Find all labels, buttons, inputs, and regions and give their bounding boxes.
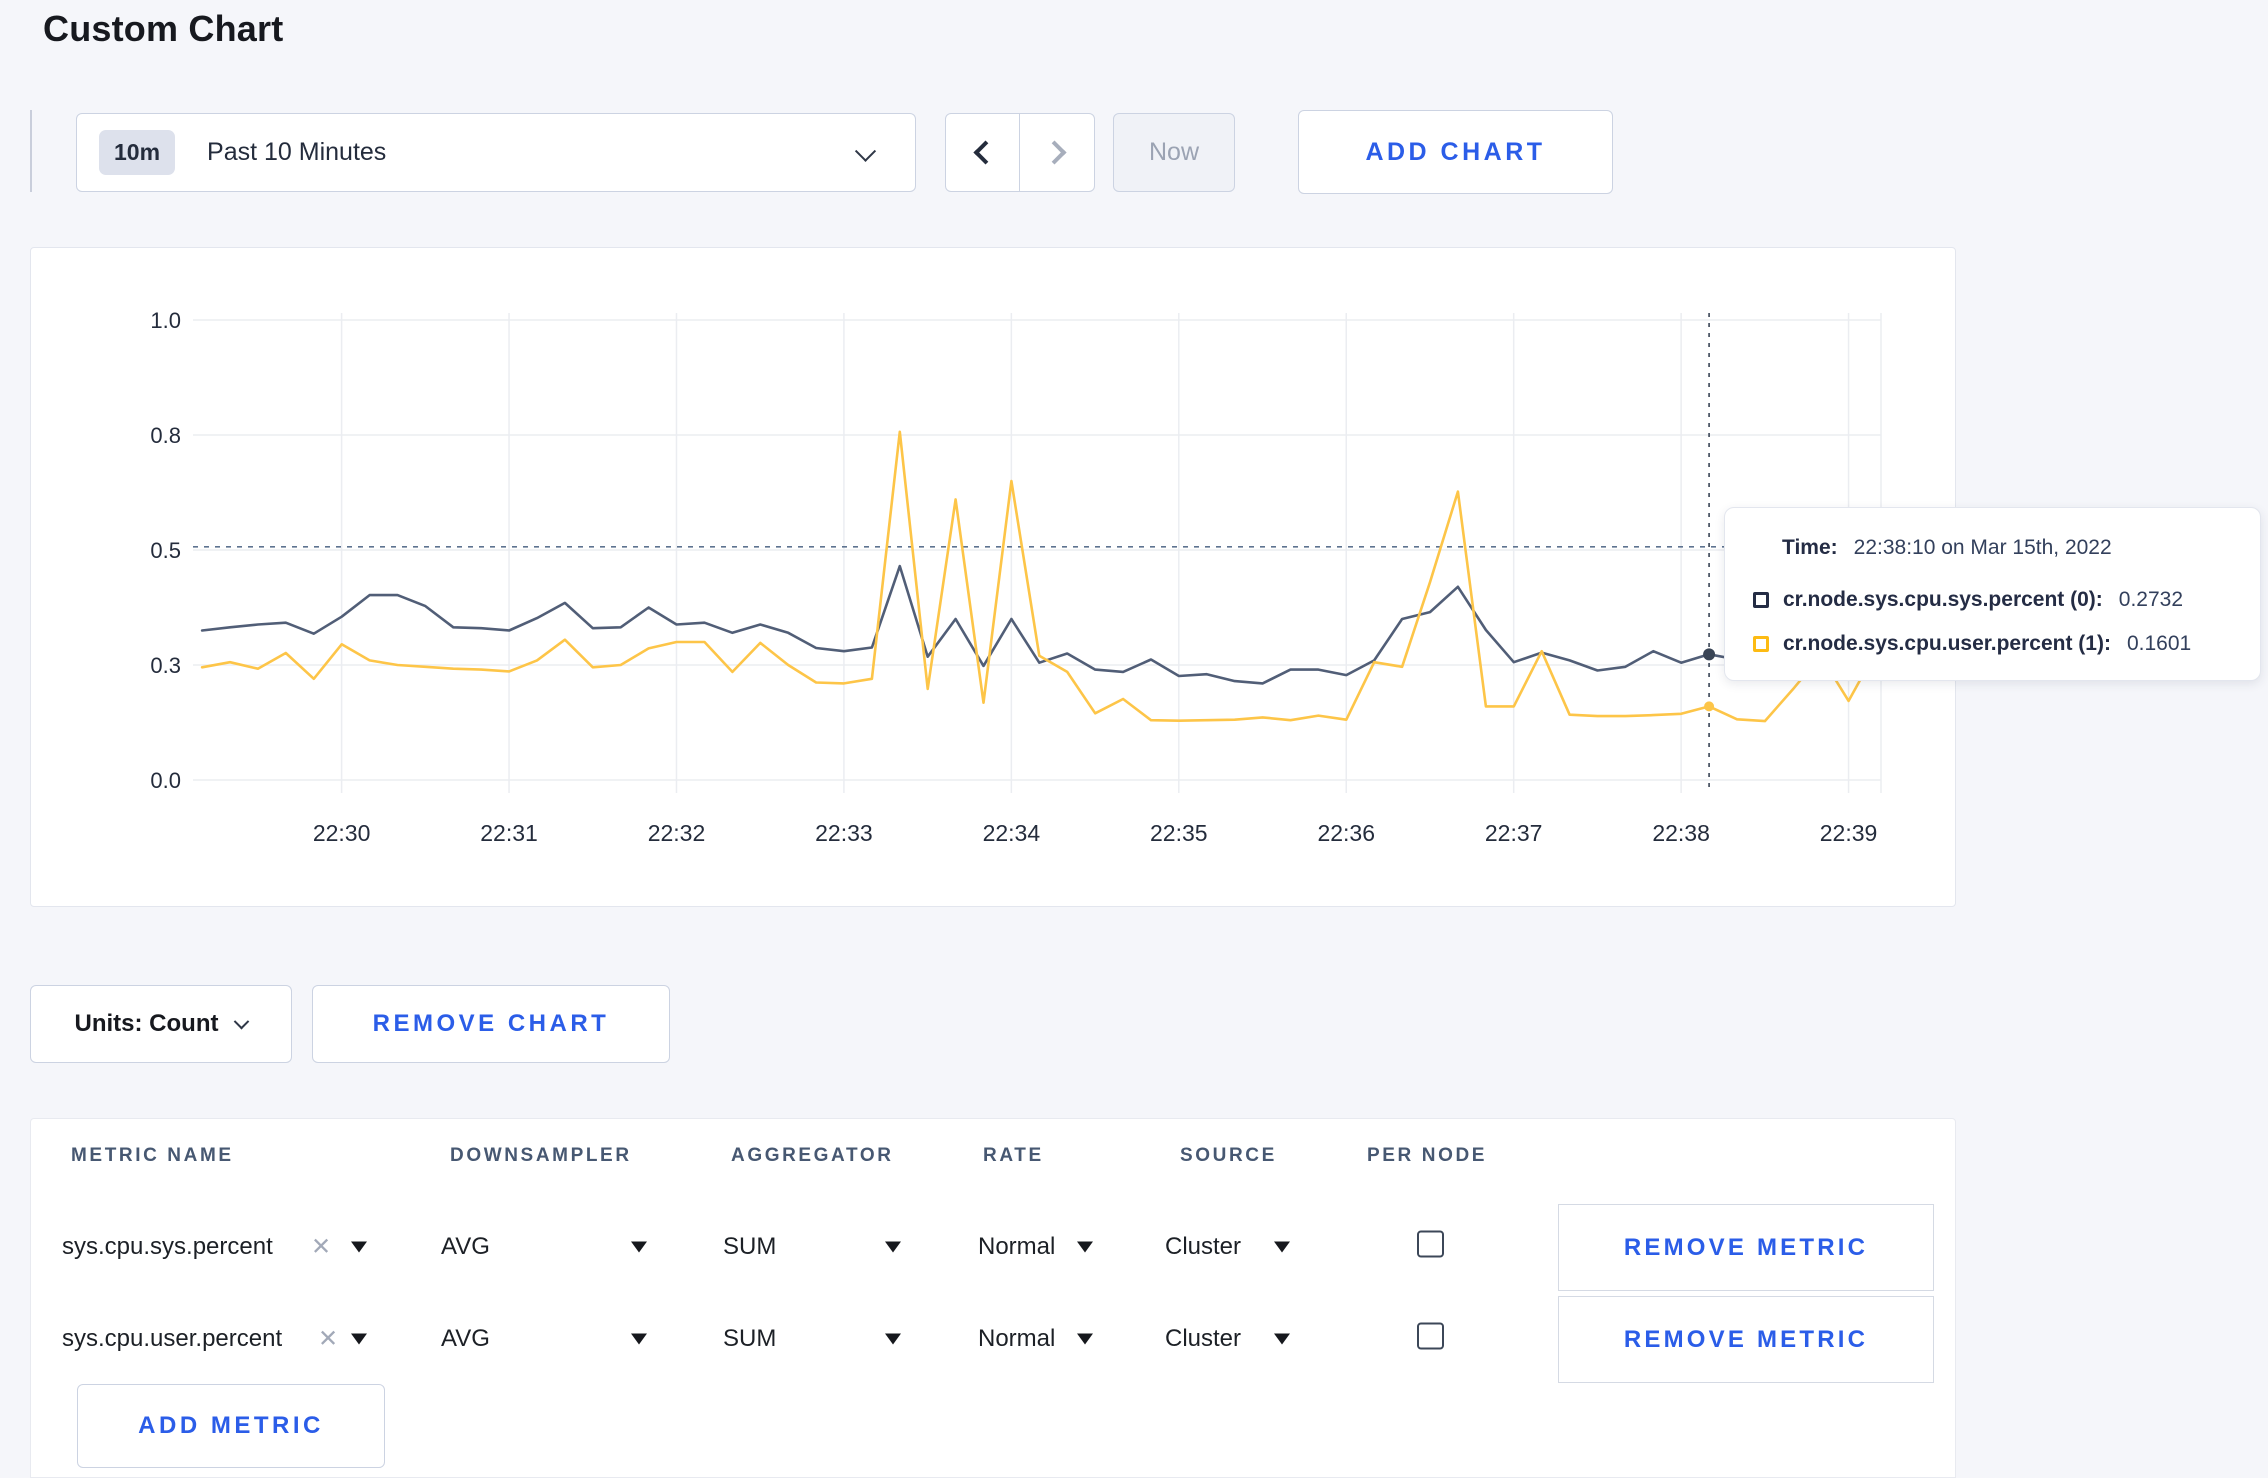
tooltip-user-value: 0.1601 bbox=[2126, 632, 2192, 655]
aggregator-select[interactable]: SUM bbox=[723, 1233, 776, 1261]
tooltip-sys-value: 0.2732 bbox=[2118, 588, 2184, 611]
time-range-dropdown[interactable]: 10m Past 10 Minutes bbox=[76, 113, 916, 192]
tooltip-user-label: cr.node.sys.cpu.user.percent (1): bbox=[1783, 632, 2111, 655]
svg-text:22:31: 22:31 bbox=[480, 820, 538, 846]
svg-text:22:33: 22:33 bbox=[815, 820, 873, 846]
time-range-badge: 10m bbox=[99, 130, 176, 175]
clear-metric-icon[interactable]: ✕ bbox=[311, 1233, 331, 1262]
time-range-label: Past 10 Minutes bbox=[207, 138, 387, 166]
downsampler-caret-icon[interactable] bbox=[631, 1241, 647, 1253]
time-range-nav bbox=[945, 113, 1095, 192]
chevron-down-icon bbox=[234, 1013, 250, 1029]
chevron-down-icon bbox=[854, 140, 877, 162]
user-series-swatch-icon bbox=[1753, 636, 1769, 652]
svg-text:1.0: 1.0 bbox=[150, 308, 181, 333]
svg-text:22:36: 22:36 bbox=[1317, 820, 1375, 846]
col-header-per-node: PER NODE bbox=[1367, 1145, 1488, 1166]
col-header-downsampler: DOWNSAMPLER bbox=[450, 1145, 632, 1166]
rate-caret-icon[interactable] bbox=[1077, 1333, 1093, 1345]
col-header-source: SOURCE bbox=[1180, 1145, 1277, 1166]
per-node-checkbox[interactable] bbox=[1417, 1322, 1444, 1350]
clear-metric-icon[interactable]: ✕ bbox=[318, 1325, 338, 1354]
remove-metric-button[interactable]: REMOVE METRIC bbox=[1558, 1204, 1934, 1291]
svg-text:0.0: 0.0 bbox=[150, 768, 181, 793]
svg-text:22:30: 22:30 bbox=[313, 820, 371, 846]
toolbar-divider bbox=[30, 110, 32, 192]
per-node-checkbox[interactable] bbox=[1417, 1230, 1444, 1258]
chevron-right-icon bbox=[1041, 140, 1067, 165]
remove-chart-button[interactable]: REMOVE CHART bbox=[312, 985, 670, 1063]
tooltip-series-row: cr.node.sys.cpu.sys.percent (0): 0.2732 bbox=[1753, 588, 2183, 612]
svg-text:22:37: 22:37 bbox=[1485, 820, 1543, 846]
page-title: Custom Chart bbox=[43, 8, 284, 49]
downsampler-caret-icon[interactable] bbox=[631, 1333, 647, 1345]
col-header-rate: RATE bbox=[983, 1145, 1044, 1166]
svg-text:22:38: 22:38 bbox=[1652, 820, 1710, 846]
svg-text:22:35: 22:35 bbox=[1150, 820, 1208, 846]
chevron-left-icon bbox=[973, 140, 998, 165]
units-dropdown[interactable]: Units: Count bbox=[30, 985, 292, 1063]
source-select[interactable]: Cluster bbox=[1165, 1325, 1241, 1353]
next-range-button[interactable] bbox=[1020, 114, 1094, 191]
svg-text:22:34: 22:34 bbox=[983, 820, 1041, 846]
rate-caret-icon[interactable] bbox=[1077, 1241, 1093, 1253]
svg-text:0.8: 0.8 bbox=[150, 423, 181, 448]
chart-tooltip: Time: 22:38:10 on Mar 15th, 2022 cr.node… bbox=[1724, 507, 2261, 681]
add-chart-button[interactable]: ADD CHART bbox=[1298, 110, 1613, 194]
source-caret-icon[interactable] bbox=[1274, 1333, 1290, 1345]
rate-select[interactable]: Normal bbox=[978, 1325, 1055, 1353]
metric-name-value[interactable]: sys.cpu.user.percent bbox=[62, 1325, 282, 1353]
tooltip-series-row: cr.node.sys.cpu.user.percent (1): 0.1601 bbox=[1753, 632, 2191, 656]
tooltip-time-value: 22:38:10 on Mar 15th, 2022 bbox=[1853, 536, 2112, 559]
aggregator-caret-icon[interactable] bbox=[885, 1241, 901, 1253]
remove-metric-button[interactable]: REMOVE METRIC bbox=[1558, 1296, 1934, 1383]
metric-dropdown-caret-icon[interactable] bbox=[351, 1333, 367, 1345]
col-header-aggregator: AGGREGATOR bbox=[731, 1145, 894, 1166]
sys-series-swatch-icon bbox=[1753, 592, 1769, 608]
aggregator-caret-icon[interactable] bbox=[885, 1333, 901, 1345]
downsampler-select[interactable]: AVG bbox=[441, 1325, 490, 1353]
now-button[interactable]: Now bbox=[1113, 113, 1235, 192]
rate-select[interactable]: Normal bbox=[978, 1233, 1055, 1261]
chart-card: 0.0 0.3 0.5 0.8 1.0 22:30 22:31 22:32 22:33 22:34… bbox=[30, 247, 2261, 907]
metrics-table: METRIC NAME DOWNSAMPLER AGGREGATOR RATE … bbox=[30, 1118, 1956, 1478]
source-caret-icon[interactable] bbox=[1274, 1241, 1290, 1253]
svg-text:0.3: 0.3 bbox=[150, 653, 181, 678]
add-metric-button[interactable]: ADD METRIC bbox=[77, 1384, 385, 1468]
cpu-chart[interactable]: 0.0 0.3 0.5 0.8 1.0 22:30 22:31 22:32 22:33 22:34… bbox=[31, 248, 1955, 906]
units-label: Units: Count bbox=[74, 1010, 219, 1037]
tooltip-sys-label: cr.node.sys.cpu.sys.percent (0): bbox=[1783, 588, 2103, 611]
aggregator-select[interactable]: SUM bbox=[723, 1325, 776, 1353]
source-select[interactable]: Cluster bbox=[1165, 1233, 1241, 1261]
tooltip-time-label: Time: bbox=[1782, 536, 1838, 559]
tooltip-time-row: Time: 22:38:10 on Mar 15th, 2022 bbox=[1782, 536, 2112, 560]
svg-text:22:39: 22:39 bbox=[1820, 820, 1878, 846]
downsampler-select[interactable]: AVG bbox=[441, 1233, 490, 1261]
metric-dropdown-caret-icon[interactable] bbox=[351, 1241, 367, 1253]
svg-text:0.5: 0.5 bbox=[150, 538, 181, 563]
svg-text:22:32: 22:32 bbox=[648, 820, 706, 846]
col-header-metric-name: METRIC NAME bbox=[71, 1145, 234, 1166]
prev-range-button[interactable] bbox=[946, 114, 1020, 191]
metric-name-value[interactable]: sys.cpu.sys.percent bbox=[62, 1233, 273, 1261]
